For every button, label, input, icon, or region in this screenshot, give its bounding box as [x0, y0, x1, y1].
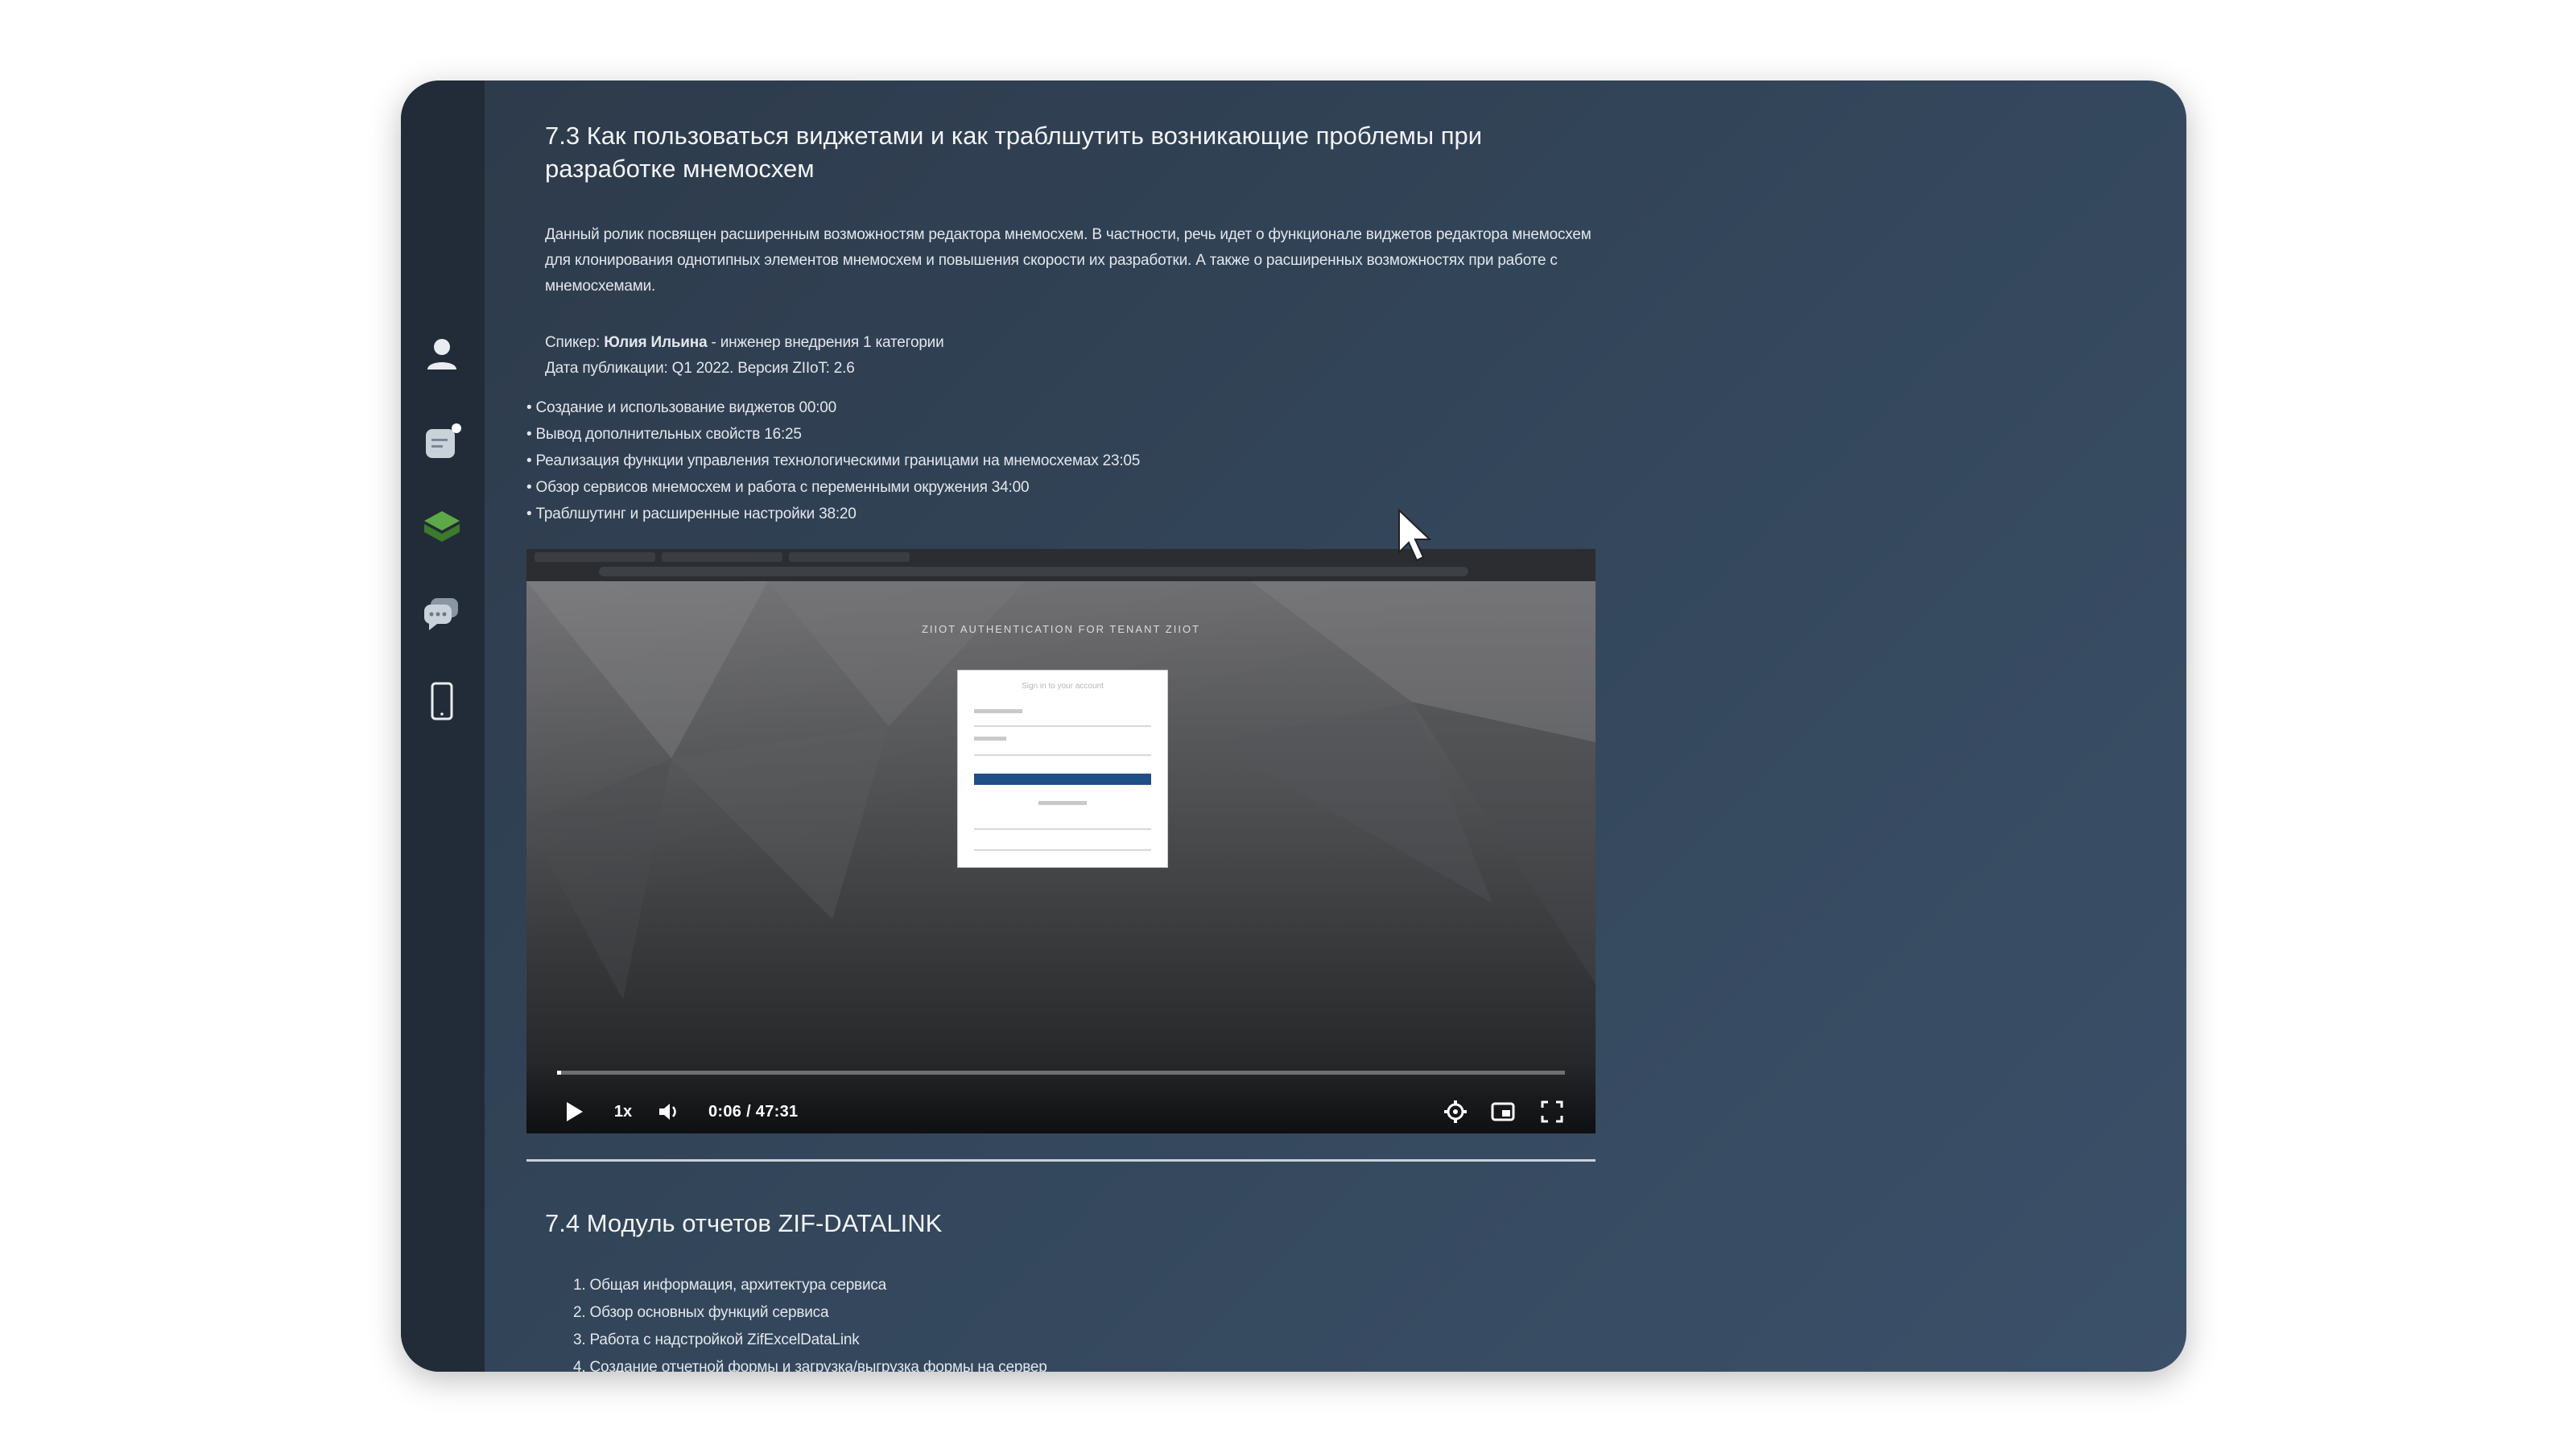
app-window: 7.3 Как пользоваться виджетами и как тра… — [401, 80, 2186, 1372]
chapter-item[interactable]: • Вывод дополнительных свойств 16:25 — [526, 421, 1573, 448]
login-card: Sign in to your account — [957, 670, 1168, 868]
speed-button[interactable]: 1x — [609, 1100, 638, 1124]
volume-icon[interactable] — [655, 1100, 683, 1124]
publish-date: Дата публикации: Q1 2022. Версия ZIIoT: … — [545, 360, 855, 377]
video-controls: 1x 0:06 / 47:31 — [526, 1061, 1596, 1133]
user-icon[interactable] — [419, 332, 465, 378]
auth-title: ZIIOT AUTHENTICATION FOR TENANT ZIIOT — [921, 623, 1201, 635]
section-73-description: Данный ролик посвящен расширенным возмож… — [545, 226, 1591, 295]
layers-icon[interactable] — [419, 504, 465, 551]
fullscreen-icon[interactable] — [1539, 1100, 1565, 1124]
speaker-role: - инженер внедрения 1 категории — [711, 334, 944, 351]
picture-in-picture-icon[interactable] — [1489, 1100, 1517, 1124]
speaker-name: Юлия Ильина — [604, 334, 708, 351]
video-player[interactable]: ZIIOT AUTHENTICATION FOR TENANT ZIIOT Si… — [526, 549, 1596, 1133]
speaker-label: Спикер: — [545, 334, 601, 351]
list-item: 1. Общая информация, архитектура сервиса — [573, 1277, 887, 1294]
browser-tab — [535, 552, 655, 562]
browser-url-bar — [599, 567, 1468, 576]
section-divider — [526, 1159, 1596, 1162]
list-item: 2. Обзор основных функций сервиса — [573, 1304, 829, 1321]
video-frame[interactable]: ZIIOT AUTHENTICATION FOR TENANT ZIIOT Si… — [526, 581, 1596, 1133]
browser-tab — [789, 552, 910, 562]
notes-icon[interactable] — [419, 419, 465, 465]
section-74-list: 1. Общая информация, архитектура сервиса… — [573, 1272, 1047, 1372]
sidebar — [401, 80, 485, 1372]
progress-fill — [557, 1071, 561, 1075]
mouse-cursor — [1398, 508, 1432, 562]
chapter-item[interactable]: • Создание и использование виджетов 00:0… — [526, 394, 1573, 421]
section-73-title: 7.3 Как пользоваться виджетами и как тра… — [545, 122, 1483, 183]
phone-icon[interactable] — [419, 678, 465, 724]
settings-icon[interactable] — [1443, 1100, 1468, 1124]
speaker-line: Спикер: Юлия Ильина - инженер внедрения … — [545, 330, 1616, 356]
login-sign-in-button — [974, 774, 1151, 785]
list-item: 4. Создание отчетной формы и загрузка/вы… — [573, 1359, 1047, 1372]
list-item: 3. Работа с надстройкой ZifExcelDataLink — [573, 1331, 860, 1348]
chat-icon[interactable] — [419, 591, 465, 638]
chapter-item[interactable]: • Обзор сервисов мнемосхем и работа с пе… — [526, 474, 1573, 501]
time-display: 0:06 / 47:31 — [708, 1102, 799, 1121]
login-card-title: Sign in to your account — [1022, 682, 1104, 691]
chapter-item[interactable]: • Реализация функции управления технолог… — [526, 448, 1573, 474]
main-content: 7.3 Как пользоваться виджетами и как тра… — [485, 80, 2186, 1372]
browser-tab — [662, 552, 782, 562]
section-74-title: 7.4 Модуль отчетов ZIF-DATALINK — [545, 1209, 943, 1237]
progress-bar[interactable] — [557, 1071, 1565, 1075]
play-icon[interactable] — [562, 1100, 586, 1124]
